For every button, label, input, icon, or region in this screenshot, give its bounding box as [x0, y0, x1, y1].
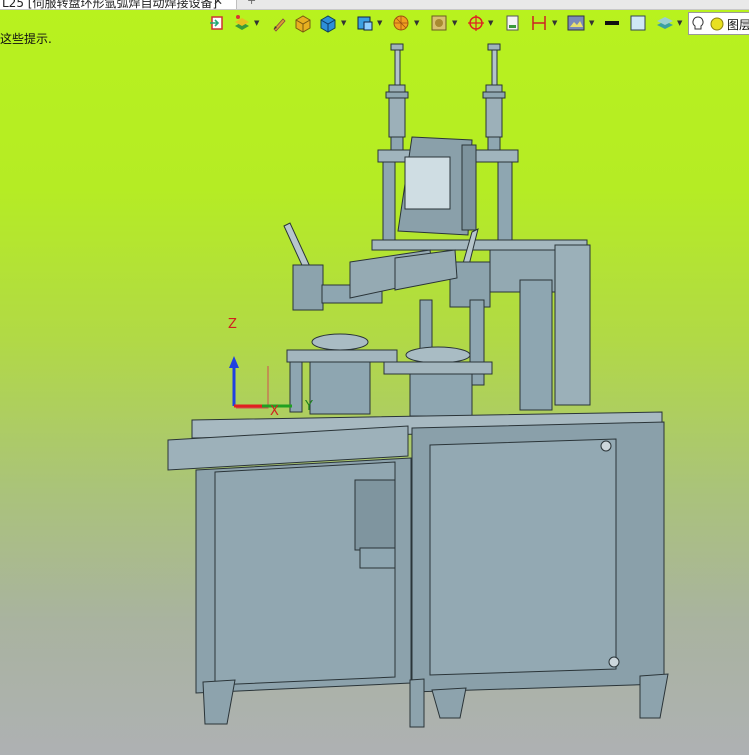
axis-z-label: Z: [228, 317, 237, 332]
right-pneumatic-cylinder: [482, 43, 506, 156]
left-pneumatic-cylinder: [385, 43, 409, 156]
machine-model[interactable]: Z X Y: [0, 0, 749, 755]
axis-x-label: X: [270, 404, 279, 419]
3d-viewport[interactable]: L25 [伺服转盘环形氩弧焊自动焊接设备] ✕ + 这些提示. ▼ ▼ ▼ ▼ …: [0, 0, 749, 755]
axis-y-label: Y: [304, 399, 313, 414]
left-fixture: [286, 333, 398, 415]
control-panel: [397, 136, 477, 236]
